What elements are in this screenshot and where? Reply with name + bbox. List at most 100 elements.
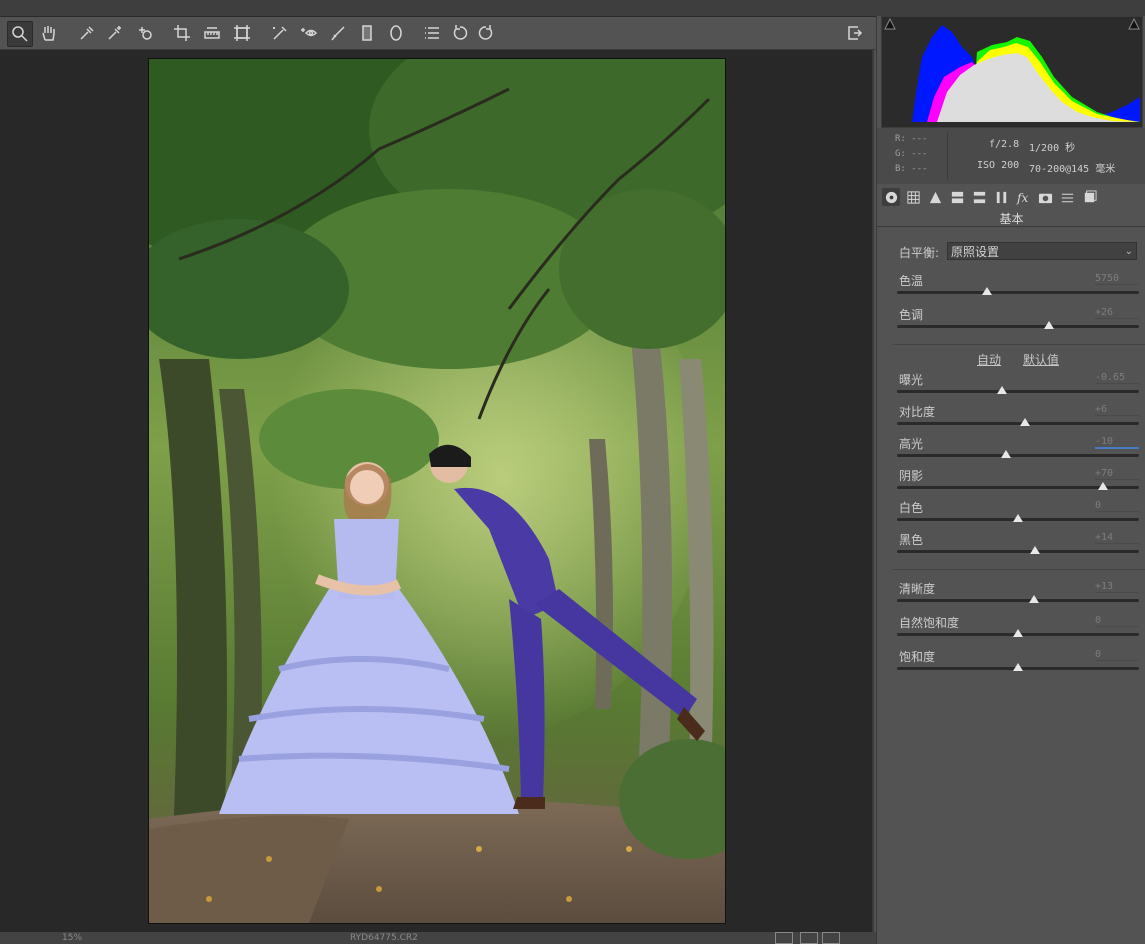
photo-preview[interactable] <box>148 58 726 924</box>
graduated-filter-icon[interactable] <box>355 21 379 45</box>
shadow-clipping-icon[interactable] <box>884 17 896 30</box>
color-sampler-icon[interactable] <box>103 21 127 45</box>
lens-tab-icon[interactable] <box>992 188 1010 206</box>
iso: ISO 200 <box>977 160 1020 171</box>
slider-label: 清晰度 <box>899 582 936 596</box>
split-toning-tab-icon[interactable] <box>970 188 988 206</box>
slider-value-field[interactable]: +13 <box>1095 581 1139 593</box>
slider-value-field[interactable]: +6 <box>1095 404 1139 416</box>
slider-value-field[interactable]: +70 <box>1095 468 1139 480</box>
radial-filter-icon[interactable] <box>384 21 408 45</box>
shutter-speed: 1/200 秒 <box>1029 143 1076 154</box>
readout-b: B: --- <box>895 164 928 174</box>
panel-tabs: fx <box>877 186 1145 208</box>
focal-length: 70-200@145 毫米 <box>1029 164 1116 175</box>
copy-settings-button[interactable] <box>822 932 840 944</box>
svg-text:fx: fx <box>1016 191 1028 205</box>
slider-label: 自然饱和度 <box>899 616 960 630</box>
basic-tab-icon[interactable] <box>882 188 900 206</box>
readout-g: G: --- <box>895 149 928 159</box>
adjustment-brush-icon[interactable] <box>326 21 350 45</box>
slider-track[interactable] <box>897 454 1139 457</box>
aperture: f/2.8 <box>989 139 1020 150</box>
targeted-adjustment-icon[interactable] <box>133 21 157 45</box>
slider-label: 对比度 <box>899 405 936 419</box>
slider-label: 黑色 <box>899 533 924 547</box>
slider-thumb[interactable] <box>1029 546 1040 554</box>
tone-curve-tab-icon[interactable] <box>904 188 922 206</box>
slider-label: 白色 <box>899 501 924 515</box>
slider-value-field[interactable]: +26 <box>1095 307 1139 319</box>
toggle-settings-icon[interactable] <box>846 932 862 942</box>
camera-calibration-tab-icon[interactable] <box>1036 188 1054 206</box>
swap-button[interactable] <box>800 932 818 944</box>
slider-value-field[interactable]: -10 <box>1095 436 1139 449</box>
hand-tool-icon[interactable] <box>37 21 61 45</box>
zoom-level[interactable]: 15% <box>62 932 82 944</box>
presets-tab-icon[interactable] <box>1058 188 1076 206</box>
auto-link[interactable]: 自动 <box>977 351 1001 368</box>
slider-label: 饱和度 <box>899 650 936 664</box>
crop-tool-icon[interactable] <box>170 21 194 45</box>
slider-value-field[interactable]: -0.65 <box>1095 372 1139 384</box>
slider-label: 曝光 <box>899 373 924 387</box>
image-canvas[interactable] <box>0 50 874 932</box>
slider-thumb[interactable] <box>1028 595 1039 603</box>
slider-label: 色调 <box>899 308 924 322</box>
slider-value-field[interactable]: 0 <box>1095 500 1139 512</box>
rotate-left-icon[interactable] <box>448 21 472 45</box>
default-link[interactable]: 默认值 <box>1023 351 1059 368</box>
preferences-icon[interactable] <box>420 21 444 45</box>
snapshots-tab-icon[interactable] <box>1080 188 1098 206</box>
histogram-graph <box>912 25 1140 122</box>
white-balance-tool-icon[interactable] <box>75 21 99 45</box>
slider-track[interactable] <box>897 291 1139 294</box>
red-eye-icon[interactable] <box>297 21 321 45</box>
slider-value-field[interactable]: +14 <box>1095 532 1139 544</box>
slider-thumb[interactable] <box>981 287 992 295</box>
highlight-clipping-icon[interactable] <box>1128 17 1140 30</box>
spot-removal-icon[interactable] <box>268 21 292 45</box>
readout-r: R: --- <box>895 134 928 144</box>
slider-track[interactable] <box>897 422 1139 425</box>
slider-label: 高光 <box>899 437 924 451</box>
separator-1 <box>893 344 1145 345</box>
slider-label: 阴影 <box>899 469 924 483</box>
slider-track[interactable] <box>897 390 1139 393</box>
white-balance-value: 原照设置 <box>951 245 1000 259</box>
slider-value-field[interactable]: 5750 <box>1095 273 1139 285</box>
readout-divider <box>947 132 948 180</box>
slider-thumb[interactable] <box>1097 482 1108 490</box>
effects-tab-icon[interactable]: fx <box>1014 188 1032 206</box>
white-balance-select[interactable]: 原照设置 ⌄ <box>947 242 1137 260</box>
slider-thumb[interactable] <box>1020 418 1031 426</box>
window-top-strip <box>0 0 1145 17</box>
panel-title: 基本 <box>999 212 1024 226</box>
slider-track[interactable] <box>897 325 1139 328</box>
slider-thumb[interactable] <box>1013 514 1023 522</box>
transform-tool-icon[interactable] <box>230 21 254 45</box>
slider-thumb[interactable] <box>1013 663 1023 671</box>
slider-track[interactable] <box>897 550 1139 553</box>
rotate-right-icon[interactable] <box>474 21 498 45</box>
right-panel: R: --- G: --- B: --- f/2.8 1/200 秒 ISO 2… <box>876 16 1145 944</box>
straighten-tool-icon[interactable] <box>200 21 224 45</box>
chevron-down-icon: ⌄ <box>1124 246 1133 257</box>
zoom-tool-icon[interactable] <box>7 21 33 47</box>
hsl-tab-icon[interactable] <box>948 188 966 206</box>
slider-value-field[interactable]: 0 <box>1095 649 1139 661</box>
toolbar <box>0 17 876 50</box>
white-balance-label: 白平衡: <box>899 246 940 260</box>
detail-tab-icon[interactable] <box>926 188 944 206</box>
slider-thumb[interactable] <box>997 386 1008 394</box>
compare-button[interactable] <box>775 932 793 944</box>
panel-title-divider <box>877 226 1145 227</box>
readout-area: R: --- G: --- B: --- f/2.8 1/200 秒 ISO 2… <box>877 128 1145 184</box>
slider-thumb[interactable] <box>1044 321 1055 329</box>
fullscreen-icon[interactable] <box>842 21 866 45</box>
slider-track[interactable] <box>897 599 1139 602</box>
slider-thumb[interactable] <box>1013 629 1023 637</box>
status-bar: 15% RYD64775.CR2 <box>0 932 876 944</box>
slider-thumb[interactable] <box>1000 450 1011 458</box>
slider-value-field[interactable]: 0 <box>1095 615 1139 627</box>
